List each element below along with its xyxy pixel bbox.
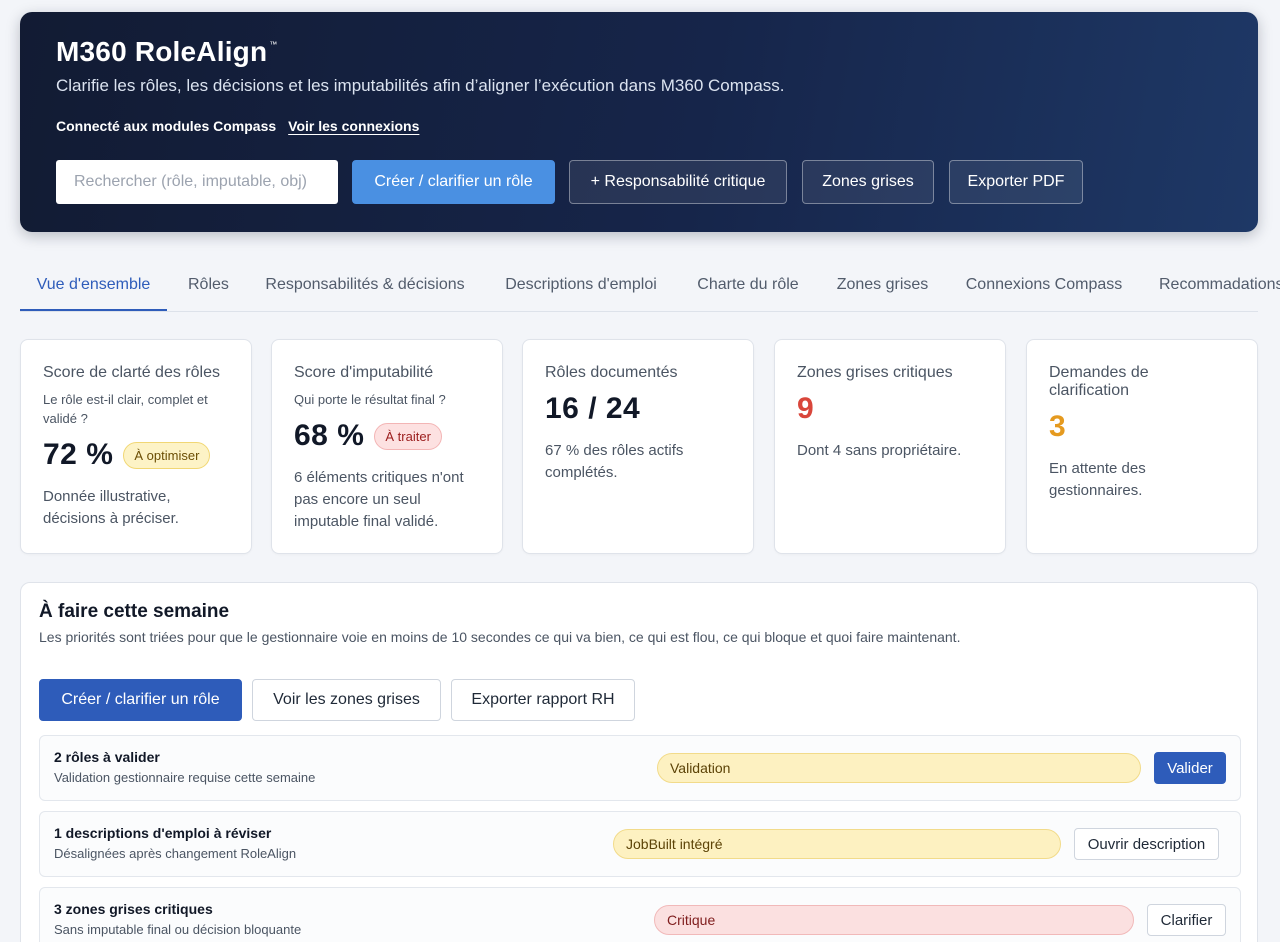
kpi-note: Dont 4 sans propriétaire. [797,442,962,459]
view-grey-zones-button[interactable]: Voir les zones grises [252,679,441,721]
trademark-symbol: ™ [269,40,278,49]
kpi-value: 9 [797,392,815,425]
kpi-value: 16 / 24 [545,392,641,425]
clarify-button[interactable]: Clarifier [1147,904,1226,936]
export-pdf-button[interactable]: Exporter PDF [949,160,1083,204]
kpi-value-row: 72 % À optimiser [43,438,231,472]
task-title: 3 zones grises critiques [54,901,213,917]
hero-banner: M360 RoleAlign ™ Clarifie les rôles, les … [20,12,1258,232]
kpi-note: 6 éléments critiques n'ont pas encore un… [294,469,464,530]
task-row: 3 zones grises critiques Sans imputable … [39,887,1241,942]
tab-job-descriptions[interactable]: Descriptions d'emploi [502,262,660,311]
task-tag: JobBuilt intégré [613,829,1061,859]
task-row: 2 rôles à valider Validation gestionnair… [39,735,1241,801]
kpi-card-documented-roles: Rôles documentés 16 / 24 67 % des rôles … [522,339,754,554]
tab-roles[interactable]: Rôles [188,262,229,311]
export-hr-report-button[interactable]: Exporter rapport RH [451,679,635,721]
kpi-value-row: 68 % À traiter [294,419,482,453]
week-todo-panel: À faire cette semaine Les priorités sont… [20,582,1258,942]
grey-zones-button[interactable]: Zones grises [802,160,934,204]
kpi-question: Qui porte le résultat final ? [294,392,446,407]
create-role-button[interactable]: Créer / clarifier un rôle [352,160,555,204]
kpi-title: Rôles documentés [545,364,678,381]
task-description: Sans imputable final ou décision bloquan… [54,922,302,937]
kpi-note: 67 % des rôles actifs complétés. [545,442,684,481]
tab-grey-zones[interactable]: Zones grises [836,262,929,311]
kpi-note: Donnée illustrative, décisions à précise… [43,488,179,527]
search-input[interactable] [56,160,338,204]
view-connections-link[interactable]: Voir les connexions [288,118,419,134]
tab-role-charter[interactable]: Charte du rôle [696,262,800,311]
kpi-value: 72 % [43,438,114,471]
task-description: Désalignées après changement RoleAlign [54,846,297,861]
validate-button[interactable]: Valider [1154,752,1226,784]
task-title: 1 descriptions d'emploi à réviser [54,825,272,841]
tab-responsibilities[interactable]: Responsabilités & décisions [264,262,466,311]
week-title: À faire cette semaine [39,601,230,622]
compass-connection: Connecté aux modules Compass Voir les co… [56,118,419,134]
kpi-title: Score de clarté des rôles [43,364,220,381]
task-row: 1 descriptions d'emploi à réviser Désali… [39,811,1241,877]
app-subtitle: Clarifie les rôles, les décisions et les… [56,76,785,95]
kpi-card-accountability: Score d'imputabilité Qui porte le résult… [271,339,503,554]
kpi-card-clarification-requests: Demandes de clarification 3 En attente d… [1026,339,1258,554]
kpi-value: 3 [1049,410,1067,443]
add-critical-responsibility-button[interactable]: + Responsabilité critique [569,160,787,204]
task-tag: Critique [654,905,1134,935]
kpi-value: 68 % [294,419,365,452]
task-title: 2 rôles à valider [54,749,160,765]
tab-recommendations[interactable]: Recommadations [1159,262,1280,311]
app-title-text: M360 RoleAlign [56,36,268,67]
kpi-note: En attente des gestionnaires. [1049,460,1146,499]
connection-status: Connecté aux modules Compass [56,118,277,134]
tab-bar: Vue d'ensemble Rôles Responsabilités & d… [20,262,1280,312]
week-subtitle: Les priorités sont triées pour que le ge… [39,629,961,645]
tab-overview[interactable]: Vue d'ensemble [20,262,167,311]
kpi-title: Zones grises critiques [797,364,953,381]
open-description-button[interactable]: Ouvrir description [1074,828,1219,860]
task-tag: Validation [657,753,1141,783]
kpi-question: Le rôle est-il clair, complet et validé … [43,392,208,426]
kpi-title: Score d'imputabilité [294,364,434,381]
tab-compass-connections[interactable]: Connexions Compass [965,262,1123,311]
status-badge: À optimiser [123,441,211,469]
kpi-card-role-clarity: Score de clarté des rôles Le rôle est-il… [20,339,252,554]
task-description: Validation gestionnaire requise cette se… [54,770,316,785]
create-role-button[interactable]: Créer / clarifier un rôle [39,679,242,721]
status-badge: À traiter [374,422,442,450]
kpi-title: Demandes de clarification [1049,364,1149,399]
app-title: M360 RoleAlign ™ [56,36,278,68]
kpi-card-critical-grey-zones: Zones grises critiques 9 Dont 4 sans pro… [774,339,1006,554]
